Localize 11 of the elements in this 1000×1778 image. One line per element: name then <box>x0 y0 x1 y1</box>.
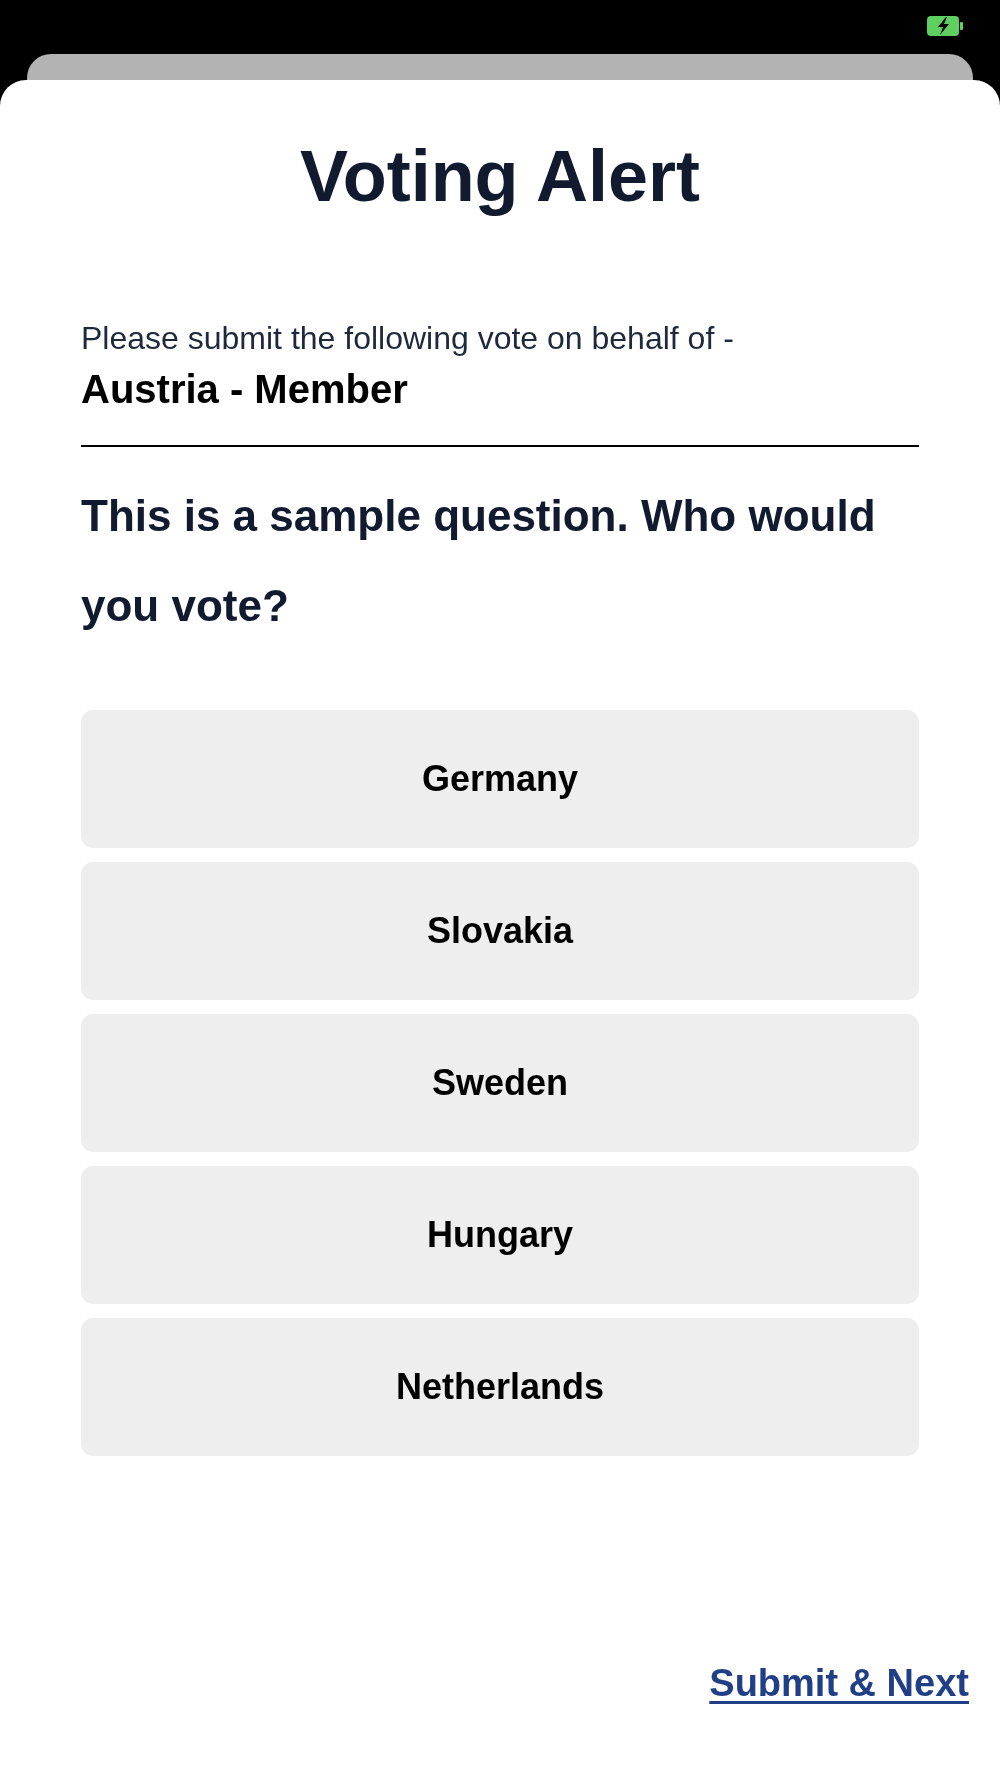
submit-link[interactable]: Submit & Next <box>709 1659 969 1707</box>
option-button[interactable]: Sweden <box>81 1014 919 1152</box>
option-button[interactable]: Germany <box>81 710 919 848</box>
battery-icon <box>927 16 963 36</box>
prompt-text: Please submit the following vote on behalf of - <box>81 319 734 358</box>
question-text: This is a sample question. Who would you vote? <box>81 490 877 632</box>
option-button[interactable]: Netherlands <box>81 1318 919 1456</box>
option-button[interactable]: Slovakia <box>81 862 919 1000</box>
alert-title: Voting Alert <box>300 135 700 218</box>
voter-name: Austria - Member <box>81 366 408 413</box>
option-button[interactable]: Hungary <box>81 1166 919 1304</box>
